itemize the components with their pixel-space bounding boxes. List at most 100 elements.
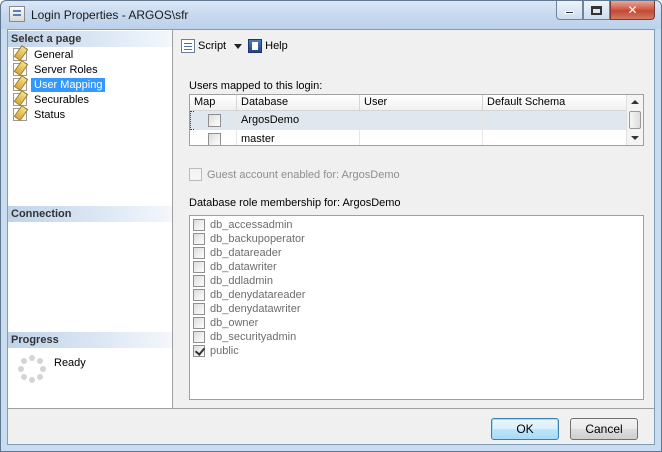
default-schema-cell[interactable] xyxy=(483,111,628,130)
cancel-button[interactable]: Cancel xyxy=(570,418,638,440)
page-item-user-mapping[interactable]: User Mapping xyxy=(13,77,106,92)
table-row[interactable]: master xyxy=(190,130,628,145)
role-checkbox[interactable] xyxy=(193,275,205,287)
grid-header: Map Database User Default Schema xyxy=(190,95,628,111)
page-item-label: Status xyxy=(34,108,66,121)
scroll-down-arrow-icon[interactable] xyxy=(631,136,639,140)
list-item[interactable]: db_denydatareader xyxy=(193,288,305,302)
role-label: db_ddladmin xyxy=(210,275,273,287)
database-cell: ArgosDemo xyxy=(237,111,360,130)
list-item[interactable]: public xyxy=(193,344,239,358)
role-checkbox[interactable] xyxy=(193,233,205,245)
guest-account-option: Guest account enabled for: ArgosDemo xyxy=(189,168,400,181)
page-item-label: Server Roles xyxy=(34,63,98,76)
wrench-page-icon xyxy=(13,63,27,76)
role-label: db_owner xyxy=(210,317,259,329)
guest-account-checkbox[interactable] xyxy=(189,168,202,181)
wrench-page-icon xyxy=(13,48,27,61)
page-item-label: Securables xyxy=(34,93,90,106)
list-item[interactable]: db_backupoperator xyxy=(193,232,305,246)
database-cell: master xyxy=(237,130,360,145)
role-checkbox[interactable] xyxy=(193,303,205,315)
column-header-default-schema[interactable]: Default Schema xyxy=(483,95,628,111)
list-item[interactable]: db_ddladmin xyxy=(193,274,273,288)
column-header-user[interactable]: User xyxy=(360,95,483,111)
role-label: db_datawriter xyxy=(210,261,277,273)
close-icon: ✕ xyxy=(627,3,638,17)
script-dropdown-arrow-icon[interactable] xyxy=(234,43,243,49)
user-mapping-pane: Script Help Users mapped to this login: … xyxy=(173,30,654,408)
role-membership-list: db_accessadmin db_backupoperator db_data… xyxy=(189,215,644,400)
role-checkbox[interactable] xyxy=(193,219,205,231)
script-label: Script xyxy=(198,40,227,52)
minimize-button[interactable] xyxy=(556,1,583,20)
script-button[interactable]: Script xyxy=(181,39,226,53)
window-title: Login Properties - ARGOS\sfr xyxy=(31,8,189,22)
page-item-server-roles[interactable]: Server Roles xyxy=(13,62,101,77)
wrench-page-icon xyxy=(13,78,27,91)
role-label: db_denydatareader xyxy=(210,289,306,301)
page-selector-pane: Select a page General Server Roles User … xyxy=(8,30,173,408)
column-header-map[interactable]: Map xyxy=(190,95,237,111)
page-item-status[interactable]: Status xyxy=(13,107,68,122)
role-checkbox[interactable] xyxy=(193,289,205,301)
help-button[interactable]: Help xyxy=(248,39,288,53)
list-item[interactable]: db_datawriter xyxy=(193,260,277,274)
dialog-button-bar: OK Cancel xyxy=(8,408,654,444)
role-checkbox[interactable] xyxy=(193,317,205,329)
window-icon xyxy=(9,6,25,22)
page-item-securables[interactable]: Securables xyxy=(13,92,92,107)
role-checkbox-checked[interactable] xyxy=(193,345,205,357)
grid-vertical-scrollbar[interactable] xyxy=(626,95,643,145)
wrench-page-icon xyxy=(13,108,27,121)
login-properties-window: Login Properties - ARGOS\sfr ✕ Select a … xyxy=(0,0,662,452)
user-cell[interactable] xyxy=(360,111,483,130)
list-item[interactable]: db_datareader xyxy=(193,246,282,260)
title-bar[interactable]: Login Properties - ARGOS\sfr ✕ xyxy=(1,1,661,29)
default-schema-cell[interactable] xyxy=(483,130,628,145)
maximize-button[interactable] xyxy=(583,1,610,20)
role-checkbox[interactable] xyxy=(193,247,205,259)
toolbar: Script Help xyxy=(173,30,654,62)
role-label: db_datareader xyxy=(210,247,282,259)
dialog-client-area: Select a page General Server Roles User … xyxy=(7,29,655,445)
list-item[interactable]: db_denydatawriter xyxy=(193,302,301,316)
select-page-header: Select a page xyxy=(8,31,172,47)
close-button[interactable]: ✕ xyxy=(610,1,655,20)
help-book-icon xyxy=(248,39,263,53)
page-item-label: General xyxy=(34,48,74,61)
connection-header: Connection xyxy=(8,206,172,222)
page-item-label: User Mapping xyxy=(31,77,106,92)
script-icon xyxy=(181,39,195,53)
table-row[interactable]: ArgosDemo xyxy=(190,111,628,130)
progress-spinner-icon xyxy=(18,355,46,383)
maximize-icon xyxy=(591,5,602,15)
ok-button[interactable]: OK xyxy=(491,418,559,440)
row-focus-marker xyxy=(190,111,194,130)
users-mapped-grid: Map Database User Default Schema ArgosDe… xyxy=(189,94,644,146)
users-mapped-label: Users mapped to this login: xyxy=(189,80,323,92)
guest-account-label: Guest account enabled for: ArgosDemo xyxy=(207,168,400,181)
role-membership-label: Database role membership for: ArgosDemo xyxy=(189,197,401,209)
user-cell[interactable] xyxy=(360,130,483,145)
window-controls: ✕ xyxy=(556,1,655,21)
progress-status: Ready xyxy=(54,357,86,369)
map-checkbox-master[interactable] xyxy=(208,133,221,145)
list-item[interactable]: db_accessadmin xyxy=(193,218,293,232)
scroll-up-arrow-icon[interactable] xyxy=(631,100,639,104)
role-checkbox[interactable] xyxy=(193,331,205,343)
role-checkbox[interactable] xyxy=(193,261,205,273)
list-item[interactable]: db_owner xyxy=(193,316,258,330)
list-item[interactable]: db_securityadmin xyxy=(193,330,296,344)
role-label: public xyxy=(210,345,239,357)
column-header-database[interactable]: Database xyxy=(237,95,360,111)
map-cell xyxy=(190,111,237,130)
role-label: db_backupoperator xyxy=(210,233,305,245)
map-checkbox-argosdemo[interactable] xyxy=(208,114,221,127)
progress-header: Progress xyxy=(8,332,172,348)
minimize-icon xyxy=(565,11,574,14)
map-cell xyxy=(190,130,237,145)
scroll-thumb[interactable] xyxy=(629,111,641,129)
role-label: db_securityadmin xyxy=(210,331,297,343)
role-label: db_accessadmin xyxy=(210,219,293,231)
